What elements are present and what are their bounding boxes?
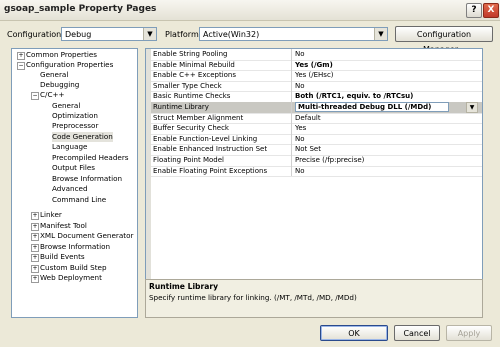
tree-item-browse-information[interactable]: Browse Information bbox=[52, 174, 122, 184]
property-value[interactable]: Yes bbox=[295, 124, 306, 132]
tree-item-optimization[interactable]: Optimization bbox=[52, 111, 98, 121]
property-value[interactable]: No bbox=[295, 82, 305, 90]
property-value[interactable]: Not Set bbox=[295, 145, 321, 153]
column-separator bbox=[291, 133, 292, 145]
expand-icon[interactable]: + bbox=[31, 244, 39, 252]
tree-item-precompiled-headers[interactable]: Precompiled Headers bbox=[52, 153, 129, 163]
grid-row[interactable]: Enable Floating Point Exceptions No bbox=[151, 165, 482, 178]
expand-icon[interactable]: + bbox=[31, 212, 39, 220]
property-name: Enable Enhanced Instruction Set bbox=[153, 145, 268, 154]
help-button[interactable]: ? bbox=[466, 3, 482, 18]
property-name: Enable String Pooling bbox=[153, 50, 228, 58]
column-separator bbox=[291, 112, 292, 124]
property-value[interactable]: Precise (/fp:precise) bbox=[295, 156, 364, 164]
tree-item-manifest-tool[interactable]: Manifest Tool bbox=[40, 221, 87, 231]
column-separator bbox=[291, 165, 292, 177]
property-value[interactable]: No bbox=[295, 50, 305, 58]
tree-item-cpp-general[interactable]: General bbox=[52, 101, 80, 111]
cancel-button[interactable]: Cancel bbox=[394, 325, 440, 341]
tree-item-browse-information-2[interactable]: Browse Information bbox=[40, 242, 110, 252]
property-value[interactable]: No bbox=[295, 135, 305, 143]
property-tree: + Common Properties − Configuration Prop… bbox=[11, 48, 138, 318]
property-name: Floating Point Model bbox=[153, 156, 224, 164]
tree-item-code-generation[interactable]: Code Generation bbox=[52, 132, 113, 142]
column-separator bbox=[291, 123, 292, 134]
tree-item-xml-document-generator[interactable]: XML Document Generator bbox=[40, 231, 133, 241]
tree-item-cpp[interactable]: C/C++ bbox=[40, 90, 65, 100]
collapse-icon[interactable]: − bbox=[31, 92, 39, 100]
property-name: Basic Runtime Checks bbox=[153, 92, 231, 101]
title-bar: gsoap_sample Property Pages ? X bbox=[0, 0, 500, 21]
property-name: Buffer Security Check bbox=[153, 124, 229, 133]
close-button[interactable]: X bbox=[483, 3, 499, 18]
ok-button[interactable]: OK bbox=[320, 325, 388, 341]
expand-icon[interactable]: + bbox=[31, 265, 39, 273]
tree-item-preprocessor[interactable]: Preprocessor bbox=[52, 121, 98, 131]
expand-icon[interactable]: + bbox=[31, 223, 39, 231]
property-value[interactable]: Default bbox=[295, 114, 321, 122]
tree-item-linker[interactable]: Linker bbox=[40, 210, 62, 220]
platform-select[interactable]: Active(Win32) ▼ bbox=[199, 27, 388, 41]
column-separator bbox=[291, 70, 292, 81]
property-name: Enable C++ Exceptions bbox=[153, 71, 237, 80]
window-title: gsoap_sample Property Pages bbox=[4, 4, 157, 14]
tree-item-custom-build-step[interactable]: Custom Build Step bbox=[40, 263, 107, 273]
property-name: Runtime Library bbox=[153, 103, 209, 111]
property-name: Smaller Type Check bbox=[153, 81, 222, 90]
platform-label: Platform: bbox=[165, 30, 202, 39]
property-name: Enable Function-Level Linking bbox=[153, 134, 258, 143]
configuration-value: Debug bbox=[65, 30, 92, 39]
configuration-select[interactable]: Debug ▼ bbox=[61, 27, 157, 41]
property-value[interactable]: No bbox=[295, 167, 305, 175]
tree-item-web-deployment[interactable]: Web Deployment bbox=[40, 273, 102, 283]
column-separator bbox=[291, 80, 292, 92]
property-value[interactable]: Yes (/EHsc) bbox=[295, 71, 334, 79]
expand-icon[interactable]: + bbox=[31, 254, 39, 262]
description-panel: Runtime Library Specify runtime library … bbox=[145, 279, 483, 318]
apply-button[interactable]: Apply bbox=[446, 325, 492, 341]
expand-icon[interactable]: + bbox=[31, 233, 39, 241]
chevron-down-icon[interactable]: ▼ bbox=[466, 102, 478, 113]
property-name: Struct Member Alignment bbox=[153, 113, 244, 122]
property-value[interactable]: Both (/RTC1, equiv. to /RTCsu) bbox=[295, 92, 413, 100]
tree-item-configuration-properties[interactable]: Configuration Properties bbox=[26, 60, 113, 70]
column-separator bbox=[291, 144, 292, 155]
configuration-label: Configuration: bbox=[7, 30, 64, 39]
column-separator bbox=[291, 155, 292, 166]
column-separator bbox=[291, 91, 292, 102]
configuration-manager-button[interactable]: Configuration Manager... bbox=[395, 26, 493, 54]
tree-item-command-line[interactable]: Command Line bbox=[52, 195, 106, 205]
property-name: Enable Minimal Rebuild bbox=[153, 60, 235, 69]
chevron-down-icon: ▼ bbox=[374, 28, 387, 40]
property-value-dropdown[interactable]: Multi-threaded Debug DLL (/MDd) bbox=[295, 102, 449, 112]
column-separator bbox=[291, 59, 292, 71]
tree-item-language[interactable]: Language bbox=[52, 142, 87, 152]
column-separator bbox=[291, 102, 292, 113]
property-grid: Enable String Pooling No Enable Minimal … bbox=[145, 48, 483, 280]
description-text: Specify runtime library for linking. (/M… bbox=[149, 293, 357, 302]
tree-item-debugging[interactable]: Debugging bbox=[40, 80, 79, 90]
collapse-icon[interactable]: − bbox=[17, 62, 25, 70]
description-title: Runtime Library bbox=[149, 282, 219, 291]
property-name: Enable Floating Point Exceptions bbox=[153, 166, 268, 175]
expand-icon[interactable]: + bbox=[31, 275, 39, 283]
tree-item-advanced[interactable]: Advanced bbox=[52, 184, 88, 194]
tree-item-output-files[interactable]: Output Files bbox=[52, 163, 95, 173]
column-separator bbox=[291, 49, 292, 60]
tree-item-common-properties[interactable]: Common Properties bbox=[26, 50, 97, 60]
tree-item-general[interactable]: General bbox=[40, 70, 68, 80]
tree-item-build-events[interactable]: Build Events bbox=[40, 252, 85, 262]
property-value[interactable]: Yes (/Gm) bbox=[295, 61, 333, 69]
expand-icon[interactable]: + bbox=[17, 52, 25, 60]
platform-value: Active(Win32) bbox=[203, 30, 260, 39]
chevron-down-icon: ▼ bbox=[143, 28, 156, 40]
